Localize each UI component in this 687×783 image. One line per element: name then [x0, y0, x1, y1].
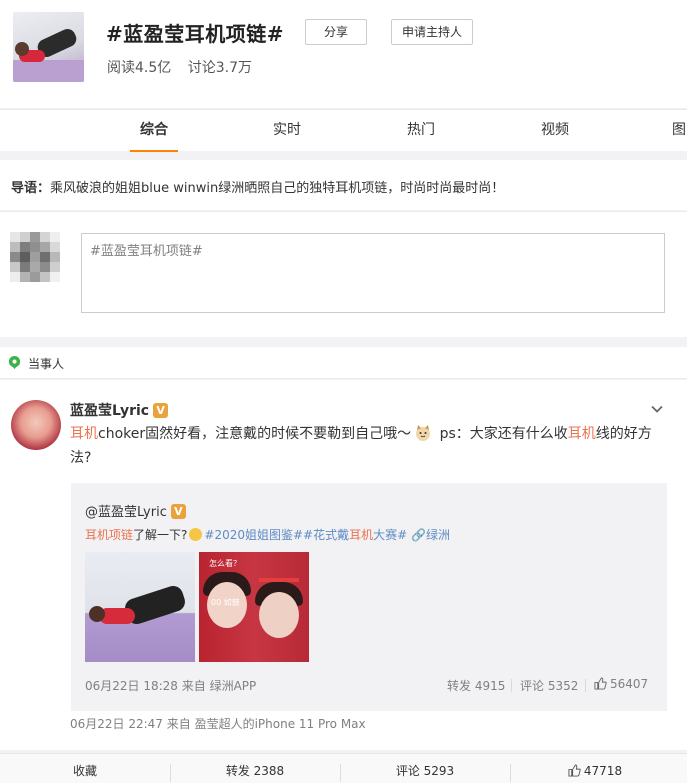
hashtag-link-2[interactable]: #花式戴耳机大赛#	[303, 528, 407, 542]
repost-like[interactable]: 56407	[594, 677, 648, 691]
location-link[interactable]: 🔗绿洲	[411, 528, 450, 542]
topic-cover-image[interactable]	[13, 12, 84, 82]
repost-photo-2[interactable]: 怎么看？ 00 如鼓	[199, 552, 309, 662]
post-meta: 06月22日 22:47 来自 盈莹超人的iPhone 11 Pro Max	[70, 717, 366, 731]
repost-text: 耳机项链了解一下? #2020姐姐图鉴##花式戴耳机大赛# 🔗绿洲	[85, 528, 450, 542]
compose-input[interactable]: #蓝盈莹耳机项链#	[81, 233, 665, 313]
forward-button[interactable]: 转发 2388	[170, 754, 340, 783]
post-action-bar: 收藏 转发 2388 评论 5293 47718	[0, 753, 687, 783]
cat-emoji-icon	[416, 425, 431, 441]
tab-video[interactable]: 视频	[531, 110, 579, 152]
guide-prefix: 导语：	[11, 181, 51, 196]
post-author-name[interactable]: 蓝盈莹Lyric	[70, 403, 149, 419]
link-icon: 🔗	[411, 528, 426, 542]
user-avatar	[10, 232, 60, 282]
tab-comprehensive[interactable]: 综合	[130, 110, 178, 152]
repost-comment-count[interactable]: 评论 5352	[520, 677, 578, 694]
repost-meta: 06月22日 18:28 来自 绿洲APP	[85, 679, 257, 693]
author-avatar[interactable]	[11, 400, 61, 450]
guide-text: 乘风破浪的姐姐blue winwin绿洲晒照自己的独特耳机项链，时尚时尚最时尚！	[50, 181, 505, 196]
collect-button[interactable]: 收藏	[0, 754, 170, 783]
topic-header: #蓝盈莹耳机项链# 阅读4.5亿 讨论3.7万 分享 申请主持人	[0, 0, 687, 108]
topic-tabs: 综合 实时 热门 视频 图	[0, 109, 687, 152]
post-keyword-link[interactable]: 耳机	[70, 426, 98, 442]
discussion-count: 讨论3.7万	[187, 60, 252, 76]
tab-images[interactable]: 图	[672, 110, 687, 152]
like-button[interactable]: 47718	[510, 754, 680, 783]
repost-author[interactable]: @蓝盈莹Lyric V	[85, 501, 186, 520]
comment-button[interactable]: 评论 5293	[340, 754, 510, 783]
verified-badge-icon: V	[170, 504, 186, 519]
related-person-label: 当事人	[28, 357, 65, 371]
hashtag-link[interactable]: #2020姐姐图鉴#	[204, 528, 303, 542]
smile-emoji-icon	[189, 528, 203, 541]
repost-forward-count[interactable]: 转发 4915	[447, 677, 505, 694]
apply-host-button[interactable]: 申请主持人	[391, 19, 473, 45]
post-text: 耳机choker固然好看，注意戴的时候不要勒到自己哦～ ps：大家还有什么收耳机…	[70, 425, 652, 466]
topic-guide: 导语：乘风破浪的姐姐blue winwin绿洲晒照自己的独特耳机项链，时尚时尚最…	[0, 160, 687, 210]
tab-realtime[interactable]: 实时	[263, 110, 311, 152]
thumbs-up-icon	[594, 677, 607, 690]
repost-keyword-link[interactable]: 耳机项链	[85, 528, 133, 542]
post-author[interactable]: 蓝盈莹Lyric V	[70, 400, 169, 420]
verified-badge-icon: V	[153, 403, 169, 418]
read-count: 阅读4.5亿	[107, 60, 172, 76]
location-pin-icon	[8, 355, 21, 370]
chevron-down-icon[interactable]	[650, 402, 664, 416]
post-keyword-link-2[interactable]: 耳机	[568, 426, 596, 442]
topic-stats: 阅读4.5亿 讨论3.7万	[107, 57, 264, 77]
post-composer: #蓝盈莹耳机项链#	[0, 211, 687, 337]
weibo-post: 蓝盈莹Lyric V 耳机choker固然好看，注意戴的时候不要勒到自己哦～ ps…	[0, 380, 687, 750]
repost-photo-1[interactable]	[85, 552, 195, 662]
related-person-header: 当事人	[0, 347, 687, 379]
reposted-content[interactable]: @蓝盈莹Lyric V 耳机项链了解一下? #2020姐姐图鉴##花式戴耳机大赛# …	[71, 483, 667, 711]
tab-hot[interactable]: 热门	[397, 110, 445, 152]
share-button[interactable]: 分享	[305, 19, 367, 45]
thumbs-up-icon	[568, 764, 581, 777]
topic-title: #蓝盈莹耳机项链#	[106, 22, 285, 46]
